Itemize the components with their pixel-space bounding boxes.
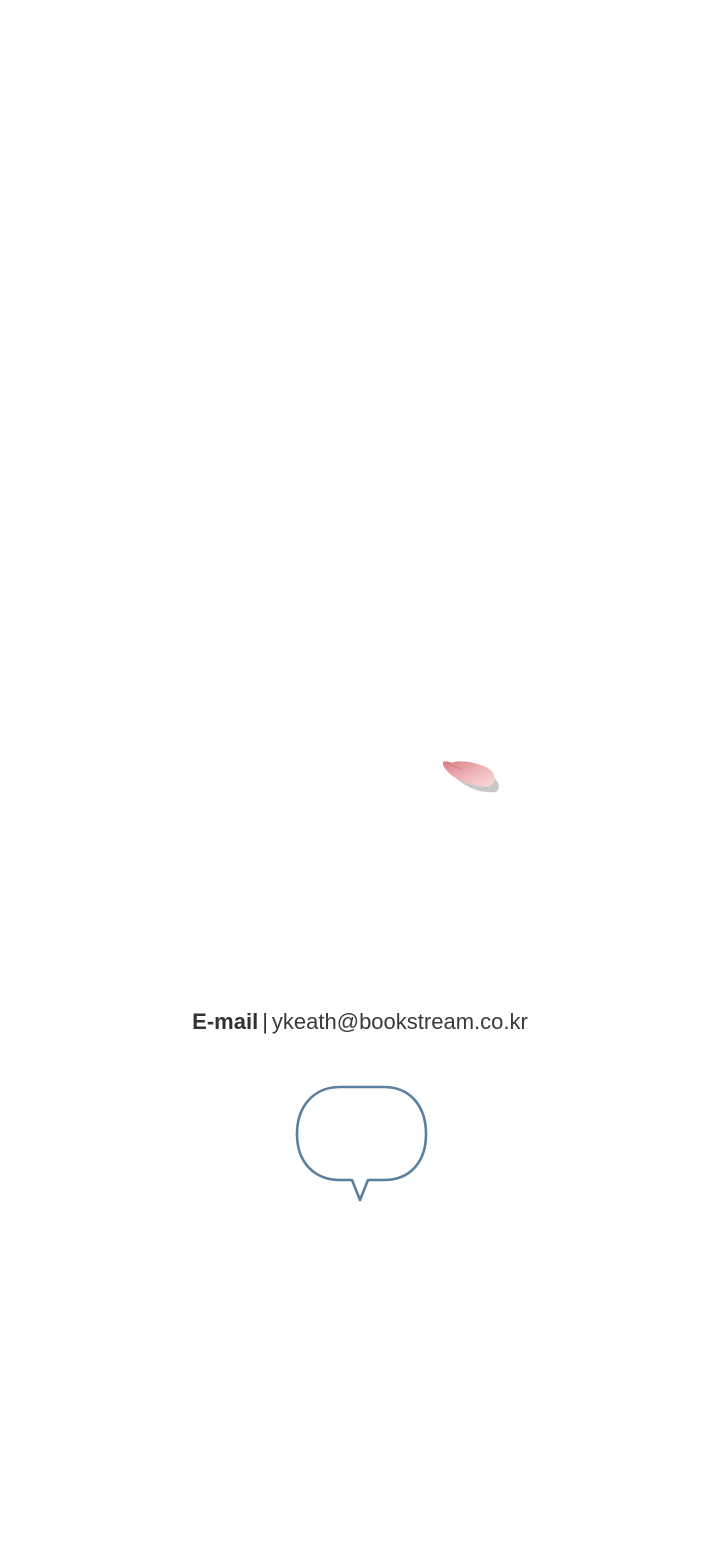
cherry-blossom-petal-icon: [438, 756, 502, 802]
email-separator: |: [262, 1009, 268, 1034]
speech-bubble-icon: [292, 1084, 432, 1208]
email-label: E-mail: [192, 1009, 259, 1034]
email-address-link[interactable]: ykeath@bookstream.co.kr: [272, 1009, 528, 1034]
contact-email-line: E-mail | ykeath@bookstream.co.kr: [0, 1006, 720, 1038]
